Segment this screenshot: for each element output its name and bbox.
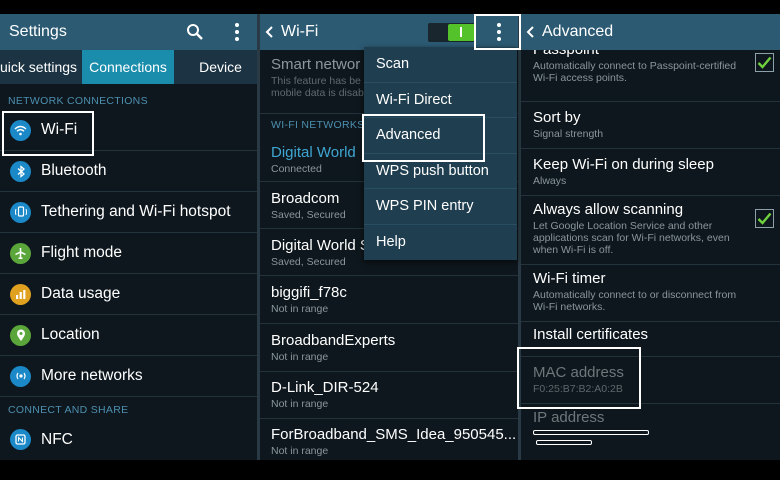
ip-address-redacted	[533, 430, 649, 435]
settings-item-location[interactable]: Location	[0, 315, 257, 356]
settings-item-more-networks[interactable]: More networks	[0, 356, 257, 397]
mac-address-value: F0:25:B7:B2:A0:2B	[533, 383, 623, 395]
setting-always-allow-scanning[interactable]: Always allow scanning Let Google Locatio…	[521, 197, 780, 265]
settings-item-label: Data usage	[41, 285, 121, 302]
setting-install-certificates[interactable]: Install certificates	[521, 323, 780, 357]
search-icon[interactable]	[186, 23, 204, 41]
settings-item-nfc[interactable]: NFC	[0, 419, 257, 460]
overflow-menu-icon[interactable]	[229, 22, 245, 42]
always-scan-checkbox[interactable]	[755, 209, 774, 228]
network-item[interactable]: biggifi_f78c Not in range	[260, 277, 518, 324]
settings-item-label: Location	[41, 326, 100, 343]
section-wifi-networks: WI-FI NETWORKS	[271, 119, 365, 131]
setting-sort-by[interactable]: Sort by Signal strength	[521, 103, 780, 149]
menu-item-help[interactable]: Help	[364, 225, 517, 261]
location-icon	[10, 324, 31, 346]
settings-item-label: Tethering and Wi-Fi hotspot	[41, 203, 231, 220]
settings-item-tethering[interactable]: Tethering and Wi-Fi hotspot	[0, 192, 257, 233]
back-chevron-icon[interactable]	[526, 25, 536, 39]
wifi-overflow-menu: Scan Wi-Fi Direct Advanced WPS push butt…	[364, 47, 517, 260]
settings-item-label: Flight mode	[41, 244, 122, 261]
advanced-titlebar: Advanced	[521, 14, 780, 50]
tab-device[interactable]: Device	[174, 50, 257, 84]
tethering-icon	[10, 201, 31, 223]
section-connect-and-share: CONNECT AND SHARE	[8, 404, 129, 416]
nfc-icon	[10, 429, 31, 450]
settings-titlebar: Settings	[0, 14, 257, 50]
settings-item-label: NFC	[41, 430, 73, 448]
setting-keep-wifi-on-sleep[interactable]: Keep Wi-Fi on during sleep Always	[521, 150, 780, 196]
menu-item-scan[interactable]: Scan	[364, 47, 517, 83]
wifi-titlebar: Wi-Fi	[260, 14, 518, 50]
menu-item-advanced[interactable]: Advanced	[364, 118, 517, 154]
advanced-panel: Advanced Passpoint Automatically connect…	[521, 14, 780, 460]
tab-connections[interactable]: Connections	[82, 50, 174, 84]
data-usage-icon	[10, 283, 31, 305]
ip-address-redacted-2	[536, 440, 592, 445]
passpoint-checkbox[interactable]	[755, 53, 774, 72]
menu-item-wifi-direct[interactable]: Wi-Fi Direct	[364, 83, 517, 118]
settings-title: Settings	[9, 23, 67, 40]
settings-item-label: More networks	[41, 367, 143, 384]
airplane-icon	[10, 242, 31, 264]
network-item[interactable]: ForBroadband_SMS_Idea_950545... Not in r…	[260, 420, 518, 460]
menu-item-wps-pin-entry[interactable]: WPS PIN entry	[364, 189, 517, 225]
settings-item-bluetooth[interactable]: Bluetooth	[0, 151, 257, 192]
wifi-toggle[interactable]	[428, 23, 476, 42]
settings-item-flight-mode[interactable]: Flight mode	[0, 233, 257, 274]
overflow-menu-icon[interactable]	[491, 22, 507, 42]
back-chevron-icon[interactable]	[265, 25, 275, 39]
advanced-title: Advanced	[542, 23, 614, 40]
bluetooth-icon	[10, 160, 31, 182]
settings-panel: Settings uick settings Connections Devic…	[0, 14, 257, 460]
setting-passpoint[interactable]: Passpoint Automatically connect to Passp…	[521, 50, 780, 102]
setting-ip-address: IP address	[521, 405, 780, 460]
wifi-title: Wi-Fi	[281, 23, 319, 40]
setting-wifi-timer[interactable]: Wi-Fi timer Automatically connect to or …	[521, 266, 780, 322]
wifi-icon	[10, 119, 31, 141]
tab-quick-settings[interactable]: uick settings	[0, 50, 82, 84]
network-item[interactable]: BroadbandExperts Not in range	[260, 325, 518, 372]
settings-item-data-usage[interactable]: Data usage	[0, 274, 257, 315]
more-networks-icon	[10, 365, 31, 387]
section-network-connections: NETWORK CONNECTIONS	[8, 95, 148, 107]
menu-item-wps-push-button[interactable]: WPS push button	[364, 154, 517, 189]
settings-item-label: Wi-Fi	[41, 121, 78, 138]
settings-item-wifi[interactable]: Wi-Fi	[0, 110, 257, 151]
settings-tabs: uick settings Connections Device	[0, 50, 257, 84]
settings-item-label: Bluetooth	[41, 162, 107, 179]
network-item[interactable]: D-Link_DIR-524 Not in range	[260, 373, 518, 419]
setting-mac-address: MAC address F0:25:B7:B2:A0:2B	[521, 358, 780, 404]
